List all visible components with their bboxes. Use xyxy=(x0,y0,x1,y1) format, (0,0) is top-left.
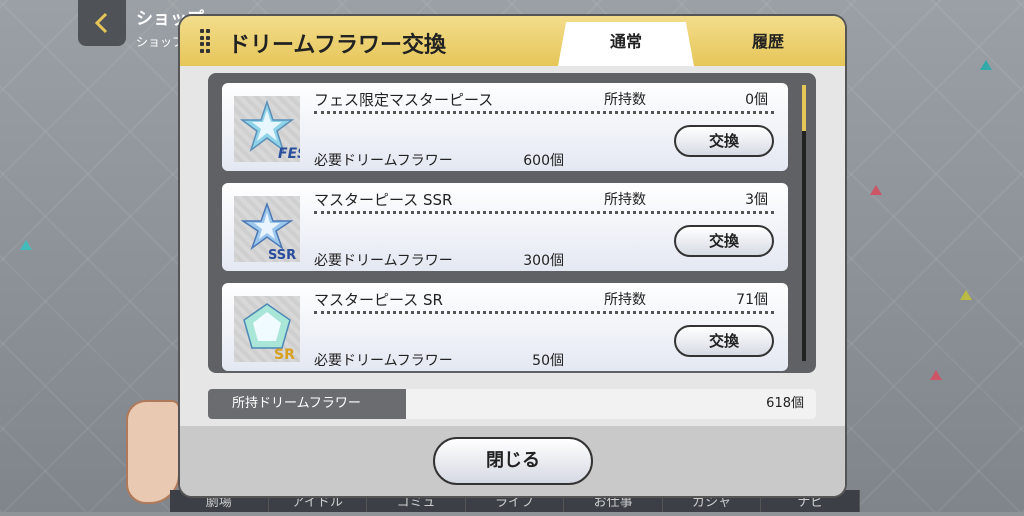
character-hand xyxy=(126,400,180,504)
list-item: SR マスターピース SR 所持数 71個 必要ドリームフラワー 50個 交換 xyxy=(222,283,788,371)
confetti-decoration xyxy=(980,60,992,70)
list-item: FES フェス限定マスターピース 所持数 0個 必要ドリームフラワー 600個 … xyxy=(222,83,788,171)
dialog-header: ドリームフラワー交換 通常 履歴 xyxy=(180,16,845,66)
owned-count: 0個 xyxy=(745,92,768,108)
confetti-decoration xyxy=(930,370,942,380)
item-name: マスターピース SR xyxy=(314,291,443,309)
divider xyxy=(314,311,774,314)
scrollbar[interactable] xyxy=(802,85,806,361)
owned-label: 所持数 xyxy=(604,192,646,208)
owned-label: 所持数 xyxy=(604,292,646,308)
dialog-footer: 閉じる xyxy=(180,426,845,496)
exchange-button[interactable]: 交換 xyxy=(674,325,774,357)
owned-flower-bar: 所持ドリームフラワー 618個 xyxy=(208,389,816,419)
tab-history[interactable]: 履歴 xyxy=(700,22,836,66)
dialog-title: ドリームフラワー交換 xyxy=(228,33,447,58)
exchange-list[interactable]: FES フェス限定マスターピース 所持数 0個 必要ドリームフラワー 600個 … xyxy=(208,73,816,373)
scrollbar-thumb[interactable] xyxy=(802,85,806,131)
confetti-decoration xyxy=(960,290,972,300)
divider xyxy=(314,111,774,114)
required-label: 必要ドリームフラワー xyxy=(314,253,453,269)
chevron-left-icon xyxy=(94,12,108,34)
required-count: 50個 xyxy=(532,353,564,369)
svg-text:SR: SR xyxy=(274,347,295,362)
exchange-button[interactable]: 交換 xyxy=(674,225,774,257)
exchange-button[interactable]: 交換 xyxy=(674,125,774,157)
tab-normal[interactable]: 通常 xyxy=(558,22,694,66)
screen-subtitle: ショップ xyxy=(136,35,185,49)
required-count: 300個 xyxy=(523,253,564,269)
owned-count: 3個 xyxy=(745,192,768,208)
svg-text:SSR: SSR xyxy=(268,248,296,262)
confetti-decoration xyxy=(20,240,32,250)
list-item: SSR マスターピース SSR 所持数 3個 必要ドリームフラワー 300個 交… xyxy=(222,183,788,271)
grip-icon xyxy=(200,29,210,53)
required-label: 必要ドリームフラワー xyxy=(314,353,453,369)
owned-flower-count: 618個 xyxy=(766,396,804,411)
item-name: マスターピース SSR xyxy=(314,191,453,209)
confetti-decoration xyxy=(870,185,882,195)
required-label: 必要ドリームフラワー xyxy=(314,153,453,169)
divider xyxy=(314,211,774,214)
sr-pentagon-crystal-icon: SR xyxy=(234,296,300,363)
back-button[interactable] xyxy=(78,0,126,46)
owned-label: 所持数 xyxy=(604,92,646,108)
fes-star-crystal-icon: FES xyxy=(234,96,307,162)
item-name: フェス限定マスターピース xyxy=(314,91,494,109)
close-button[interactable]: 閉じる xyxy=(433,437,593,485)
owned-count: 71個 xyxy=(736,292,768,308)
exchange-dialog: ドリームフラワー交換 通常 履歴 FES フェス限定マスターピース 所持数 0個… xyxy=(180,16,845,496)
owned-flower-label: 所持ドリームフラワー xyxy=(208,389,406,419)
required-count: 600個 xyxy=(523,153,564,169)
ssr-star-crystal-icon: SSR xyxy=(234,196,300,263)
svg-text:FES: FES xyxy=(278,146,300,162)
